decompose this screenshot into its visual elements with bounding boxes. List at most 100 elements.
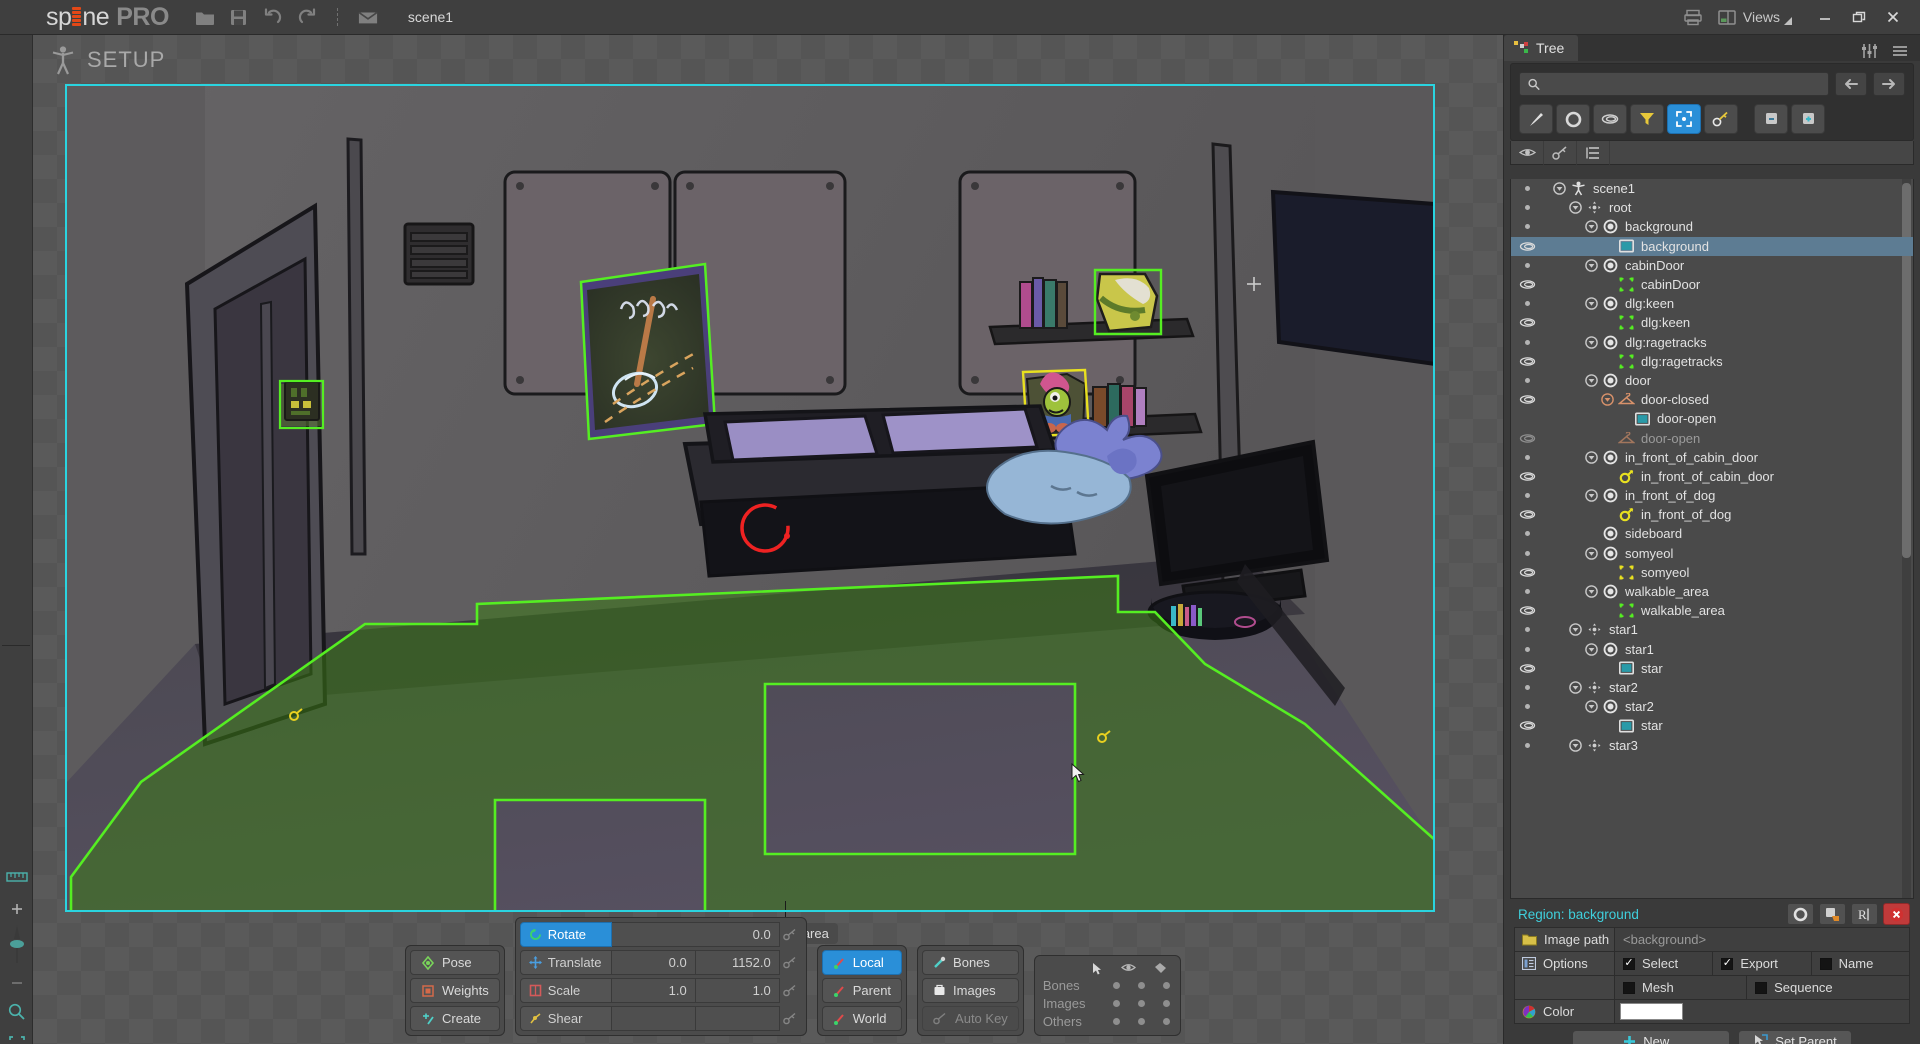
bones-select-dot[interactable] — [1112, 982, 1120, 989]
expander-open-icon[interactable] — [1568, 681, 1583, 694]
rotate-key-icon[interactable] — [780, 922, 802, 947]
scale-x-value[interactable]: 1.0 — [611, 978, 696, 1003]
tree-row-star2[interactable]: star2 — [1511, 678, 1913, 697]
redo-icon[interactable] — [297, 7, 317, 27]
pose-button[interactable]: Pose — [410, 950, 500, 975]
save-icon[interactable] — [229, 7, 249, 27]
search-field[interactable] — [1519, 72, 1829, 96]
tree-row-in-front-of-cabin-door[interactable]: in_front_of_cabin_door — [1511, 448, 1913, 467]
expander-open-icon[interactable] — [1584, 374, 1599, 387]
visibility-dot[interactable] — [1511, 205, 1544, 211]
expander-open-icon[interactable] — [1584, 585, 1599, 598]
tree-node-list[interactable]: scene1 root background background cabinDoor c… — [1510, 179, 1914, 899]
attachment-visible-icon[interactable] — [1511, 279, 1544, 290]
visibility-dot[interactable] — [1511, 377, 1544, 383]
tree-row-somyeol[interactable]: somyeol — [1511, 563, 1913, 582]
region-duplicate-icon[interactable] — [1819, 903, 1846, 925]
open-folder-icon[interactable] — [195, 7, 215, 27]
tree-row-star1[interactable]: star1 — [1511, 620, 1913, 639]
menu-icon[interactable] — [1892, 45, 1908, 60]
tree-row-background[interactable]: background — [1511, 236, 1913, 256]
visibility-dot[interactable] — [1511, 301, 1544, 307]
col-list-icon[interactable] — [1577, 140, 1610, 165]
col-key-icon[interactable] — [1544, 140, 1577, 165]
parent-space-button[interactable]: Parent — [821, 978, 903, 1003]
color-swatch[interactable] — [1620, 1003, 1683, 1020]
tree-row-in-front-of-dog[interactable]: in_front_of_dog — [1511, 486, 1913, 505]
others-view-dot[interactable] — [1137, 1018, 1145, 1025]
clip-icon[interactable] — [1593, 104, 1627, 134]
key-icon[interactable] — [1704, 104, 1738, 134]
expander-open-icon[interactable] — [1600, 393, 1615, 406]
translate-field-label[interactable]: Translate — [519, 950, 612, 975]
visibility-dot[interactable] — [1511, 627, 1544, 633]
visibility-dot[interactable] — [1511, 684, 1544, 690]
attachment-visible-icon[interactable] — [1511, 356, 1544, 367]
filter-icon[interactable] — [1630, 104, 1664, 134]
tree-row-door[interactable]: door — [1511, 371, 1913, 390]
minimize-button[interactable] — [1808, 6, 1842, 28]
views-icon[interactable] — [1717, 7, 1737, 27]
sequence-checkbox[interactable] — [1755, 981, 1768, 994]
images-select-dot[interactable] — [1112, 1000, 1120, 1007]
tab-tree[interactable]: Tree — [1504, 35, 1579, 61]
attachment-visible-icon[interactable] — [1511, 567, 1544, 578]
visibility-dot[interactable] — [1511, 262, 1544, 268]
tree-row-dlg-ragetracks[interactable]: dlg:ragetracks — [1511, 333, 1913, 352]
expander-open-icon[interactable] — [1584, 220, 1599, 234]
tree-row-walkable-area[interactable]: walkable_area — [1511, 582, 1913, 601]
tree-row-star[interactable]: star — [1511, 659, 1913, 678]
images-filter-button[interactable]: Images — [922, 978, 1019, 1003]
tree-row-somyeol[interactable]: somyeol — [1511, 544, 1913, 563]
brush-icon[interactable] — [1519, 104, 1553, 134]
bones-filter-button[interactable]: Bones — [922, 950, 1019, 975]
magnify-icon[interactable] — [5, 1000, 29, 1024]
weights-button[interactable]: Weights — [410, 978, 500, 1003]
tree-row-dlg-keen[interactable]: dlg:keen — [1511, 313, 1913, 332]
translate-x-value[interactable]: 0.0 — [611, 950, 696, 975]
expander-open-icon[interactable] — [1584, 335, 1599, 349]
create-button[interactable]: Create — [410, 1006, 500, 1031]
attachment-visible-icon[interactable] — [1511, 241, 1544, 252]
name-checkbox[interactable] — [1819, 957, 1832, 970]
scale-field-label[interactable]: Scale — [519, 978, 612, 1003]
nav-back-button[interactable] — [1835, 72, 1867, 96]
export-checkbox[interactable]: ✓ — [1721, 957, 1734, 970]
visibility-dot[interactable] — [1511, 224, 1544, 230]
expander-open-icon[interactable] — [1584, 489, 1599, 502]
tree-row-star[interactable]: star — [1511, 716, 1913, 735]
region-rename-icon[interactable]: R — [1851, 903, 1878, 925]
visibility-dot[interactable] — [1511, 646, 1544, 652]
visibility-dot[interactable] — [1511, 704, 1544, 710]
expander-open-icon[interactable] — [1568, 623, 1583, 637]
tree-row-star1[interactable]: star1 — [1511, 640, 1913, 659]
scale-y-value[interactable]: 1.0 — [695, 978, 780, 1003]
restore-button[interactable] — [1842, 6, 1876, 28]
images-view-dot[interactable] — [1137, 1000, 1145, 1007]
images-tag-dot[interactable] — [1162, 1000, 1170, 1007]
tree-row-scene1[interactable]: scene1 — [1511, 179, 1913, 198]
tree-row-door-open[interactable]: door-open — [1511, 428, 1913, 447]
set-parent-button[interactable]: Set Parent — [1738, 1030, 1852, 1044]
search-input[interactable] — [1546, 76, 1820, 92]
tree-row-door-open[interactable]: door-open — [1511, 409, 1913, 428]
rotate-value[interactable]: 0.0 — [611, 922, 780, 947]
close-button[interactable] — [1876, 6, 1910, 28]
bones-view-dot[interactable] — [1137, 982, 1145, 989]
tree-row-sideboard[interactable]: sideboard — [1511, 524, 1913, 543]
translate-y-value[interactable]: 1152.0 — [695, 950, 780, 975]
tree-row-cabindoor[interactable]: cabinDoor — [1511, 256, 1913, 275]
option-name[interactable]: Name — [1811, 952, 1909, 975]
scale-key-icon[interactable] — [780, 978, 802, 1003]
translate-key-icon[interactable] — [780, 950, 802, 975]
expander-open-icon[interactable] — [1584, 546, 1599, 560]
attachment-visible-icon[interactable] — [1511, 471, 1544, 482]
collapse-icon[interactable] — [1754, 104, 1788, 134]
mesh-checkbox[interactable] — [1623, 981, 1635, 994]
option-select[interactable]: ✓ Select — [1615, 952, 1714, 975]
views-label[interactable]: Views — [1743, 9, 1780, 25]
views-dropdown-icon[interactable] — [1783, 13, 1792, 28]
attachment-visible-icon[interactable] — [1511, 394, 1544, 405]
shear-x-value[interactable] — [611, 1006, 696, 1031]
local-space-button[interactable]: Local — [821, 950, 903, 975]
